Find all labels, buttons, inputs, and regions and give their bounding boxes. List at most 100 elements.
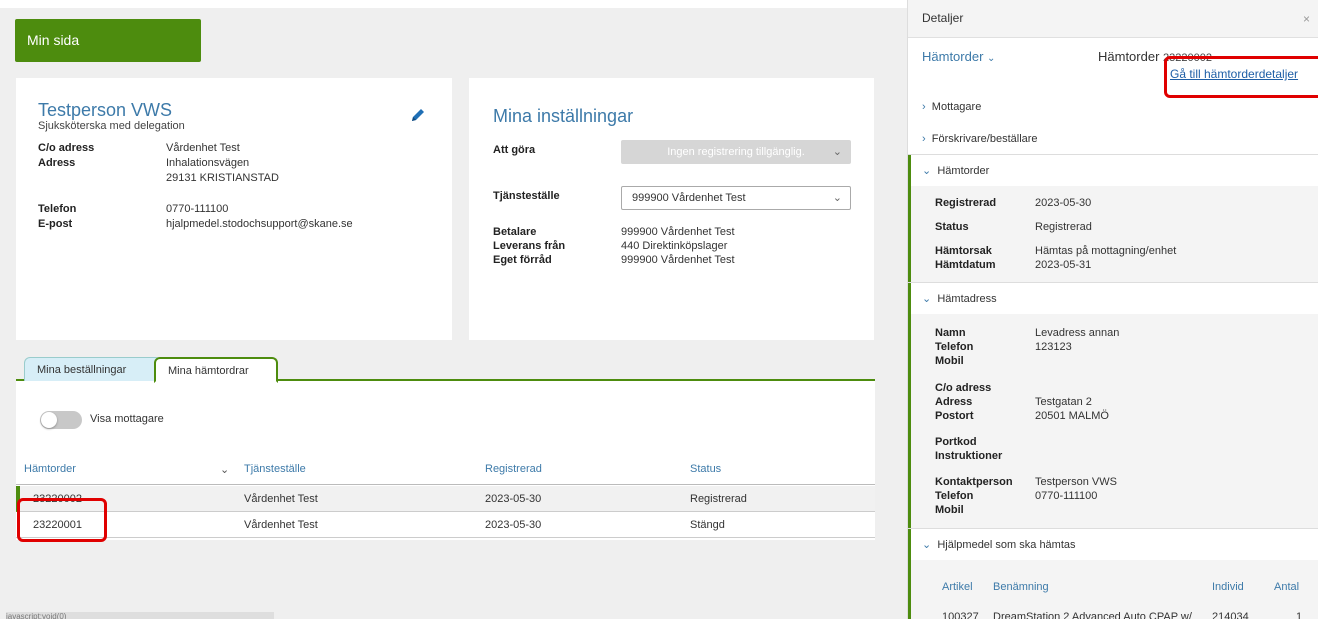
todo-label: Att göra [493, 144, 536, 156]
section-label: Mottagare [931, 101, 982, 113]
orders-panel: Mina beställningar Mina hämtordrar Visa … [16, 355, 875, 540]
aids-cell-artikel: 100327 [942, 611, 979, 619]
pencil-icon[interactable] [409, 106, 427, 124]
visa-mottagare-toggle[interactable] [40, 411, 82, 429]
chevron-down-icon: ⌄ [832, 192, 842, 204]
chevron-down-icon[interactable]: ⌄ [220, 463, 229, 476]
todo-select-value: Ingen registrering tillgänglig. [667, 146, 805, 158]
co-label: C/o adress [935, 382, 992, 394]
payer-value: 999900 Vårdenhet Test [621, 226, 735, 238]
tab-mina-hamtordrar[interactable]: Mina hämtordrar [154, 357, 278, 383]
main-area: Min sida Testperson VWS Sjuksköterska me… [0, 0, 907, 619]
aids-col-benamning: Benämning [993, 581, 1049, 593]
toggle-knob [41, 412, 57, 428]
person-name: Testperson VWS [38, 100, 173, 120]
column-tjanstestalle[interactable]: Tjänsteställe [244, 463, 306, 475]
status-value: Registrerad [1035, 221, 1092, 233]
stock-label: Eget förråd [493, 254, 552, 266]
cell-unit: Vårdenhet Test [244, 519, 318, 531]
phone-label: Telefon [935, 341, 974, 353]
chevron-down-icon: ⌄ [987, 53, 996, 64]
section-label: Förskrivare/beställare [931, 133, 1038, 145]
reason-value: Hämtas på mottagning/enhet [1035, 245, 1177, 257]
address-line1: Inhalationsvägen [166, 157, 250, 169]
reason-label: Hämtorsak [935, 245, 992, 257]
section-hjalpmedel[interactable]: ⌄ Hjälpmedel som ska hämtas [922, 538, 1076, 551]
stock-value: 999900 Vårdenhet Test [621, 254, 735, 266]
aids-table: Artikel Benämning Individ Antal 100327 D… [911, 560, 1318, 619]
order-details: Registrerad 2023-05-30 Status Registrera… [911, 186, 1318, 282]
highlight-box [17, 498, 107, 542]
close-icon[interactable]: × [1303, 12, 1310, 26]
phone-label: Telefon [38, 203, 77, 215]
cell-status: Registrerad [690, 493, 747, 505]
settings-title: Mina inställningar [493, 106, 634, 126]
delivery-label: Leverans från [493, 240, 566, 252]
section-label: Hämtadress [937, 293, 997, 305]
phone-value: 0770-111100 [166, 203, 229, 215]
instructions-label: Instruktioner [935, 450, 1003, 462]
section-label: Hämtorder [937, 165, 990, 177]
cell-date: 2023-05-30 [485, 493, 542, 505]
unit-select-value: 999900 Vårdenhet Test [632, 192, 746, 204]
panel-dropdown-label: Hämtorder [922, 49, 984, 64]
co-label: C/o adress [38, 142, 95, 154]
portkod-label: Portkod [935, 436, 977, 448]
contact-phone-value: 0770-111100 [1035, 490, 1098, 502]
table-row[interactable]: 23220002 Vårdenhet Test 2023-05-30 Regis… [16, 486, 875, 512]
email-value: hjalpmedel.stodochsupport@skane.se [166, 218, 353, 230]
divider [908, 528, 1318, 529]
panel-dropdown[interactable]: Hämtorder ⌄ [922, 49, 995, 64]
email-label: E-post [38, 218, 73, 230]
section-hamtadress[interactable]: ⌄ Hämtadress [922, 292, 997, 305]
person-role: Sjuksköterska med delegation [38, 120, 185, 132]
section-mottagare[interactable]: › Mottagare [922, 101, 981, 113]
phone-value: 123123 [1035, 341, 1072, 353]
co-value: Vårdenhet Test [166, 142, 240, 154]
address-line2: 29131 KRISTIANSTAD [166, 172, 279, 184]
column-registrerad[interactable]: Registrerad [485, 463, 542, 475]
postort-value: 20501 MALMÖ [1035, 410, 1109, 422]
divider [908, 282, 1318, 283]
table-header: Hämtorder ⌄ Tjänsteställe Registrerad St… [16, 455, 875, 485]
panel-title: Detaljer [922, 11, 964, 25]
cell-date: 2023-05-30 [485, 519, 542, 531]
date-value: 2023-05-31 [1035, 259, 1092, 271]
details-panel: Detaljer × Hämtorder ⌄ Hämtorder 2322000… [907, 0, 1318, 619]
panel-header: Detaljer × [908, 0, 1318, 38]
status-label: Status [935, 221, 969, 233]
toggle-label: Visa mottagare [90, 413, 164, 425]
table-row[interactable]: 23220001 Vårdenhet Test 2023-05-30 Stäng… [16, 512, 875, 538]
registered-label: Registrerad [935, 197, 997, 209]
name-label: Namn [935, 327, 966, 339]
order-heading-label: Hämtorder [1098, 49, 1160, 64]
section-forskrivare[interactable]: › Förskrivare/beställare [922, 133, 1038, 145]
section-hamtorder[interactable]: ⌄ Hämtorder [922, 164, 989, 177]
top-bar [0, 0, 907, 8]
address-details: Namn Levadress annan Telefon 123123 Mobi… [911, 314, 1318, 528]
postort-label: Postort [935, 410, 974, 422]
registered-value: 2023-05-30 [1035, 197, 1092, 209]
contact-mobile-label: Mobil [935, 504, 964, 516]
page-title: Min sida [15, 19, 201, 62]
todo-select[interactable]: Ingen registrering tillgänglig. ⌄ [621, 140, 851, 164]
aids-col-artikel: Artikel [942, 581, 973, 593]
name-value: Levadress annan [1035, 327, 1120, 339]
aids-col-individ: Individ [1212, 581, 1244, 593]
address-label: Adress [935, 396, 973, 408]
tab-mina-bestallningar[interactable]: Mina beställningar [24, 357, 162, 381]
date-label: Hämtdatum [935, 259, 996, 271]
column-hamtorder[interactable]: Hämtorder [24, 463, 76, 475]
column-status[interactable]: Status [690, 463, 721, 475]
highlight-box [1164, 56, 1318, 98]
aids-cell-antal: 1 [1296, 611, 1303, 619]
chevron-down-icon: ⌄ [832, 146, 842, 158]
settings-card: Mina inställningar Att göra Ingen regist… [469, 78, 874, 340]
aids-cell-individ: 214034 [1212, 611, 1249, 619]
aids-cell-benamning: DreamStation 2 Advanced Auto CPAP w/ [993, 611, 1192, 619]
unit-select[interactable]: 999900 Vårdenhet Test ⌄ [621, 186, 851, 210]
address-label: Adress [38, 157, 76, 169]
tab-strip: Mina beställningar Mina hämtordrar [16, 355, 875, 383]
payer-label: Betalare [493, 226, 537, 238]
cell-status: Stängd [690, 519, 725, 531]
